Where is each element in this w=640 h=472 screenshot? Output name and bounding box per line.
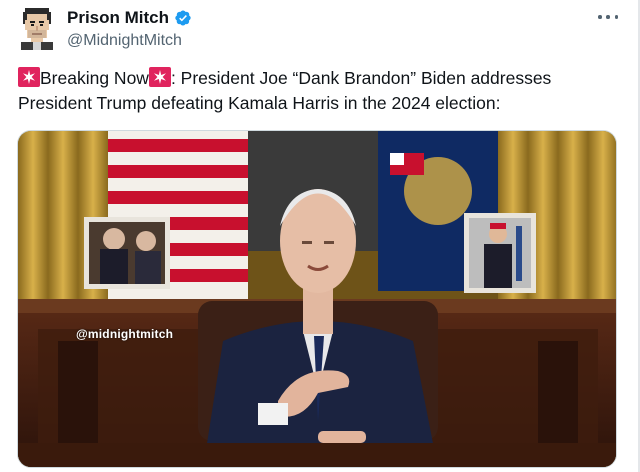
avatar[interactable] [17,6,57,50]
verified-badge-icon [175,10,191,26]
tweet-prefix: Breaking Now [40,68,149,88]
display-name[interactable]: Prison Mitch [67,8,169,28]
pixel-art-avatar-icon [17,6,57,50]
author-name-row[interactable]: Prison Mitch [67,8,192,28]
video-frame [18,131,616,467]
rotating-light-emoji-icon [18,67,40,87]
more-options-button[interactable] [598,11,618,23]
rotating-light-emoji-icon [148,67,171,87]
author-handle[interactable]: @MidnightMitch [67,31,182,51]
video-watermark: @midnightmitch [76,327,174,341]
tweet-text: Breaking Now: President Joe “Dank Brando… [18,66,618,116]
ellipsis-icon [598,15,602,19]
tweet-media-video[interactable]: @midnightmitch [17,130,617,468]
